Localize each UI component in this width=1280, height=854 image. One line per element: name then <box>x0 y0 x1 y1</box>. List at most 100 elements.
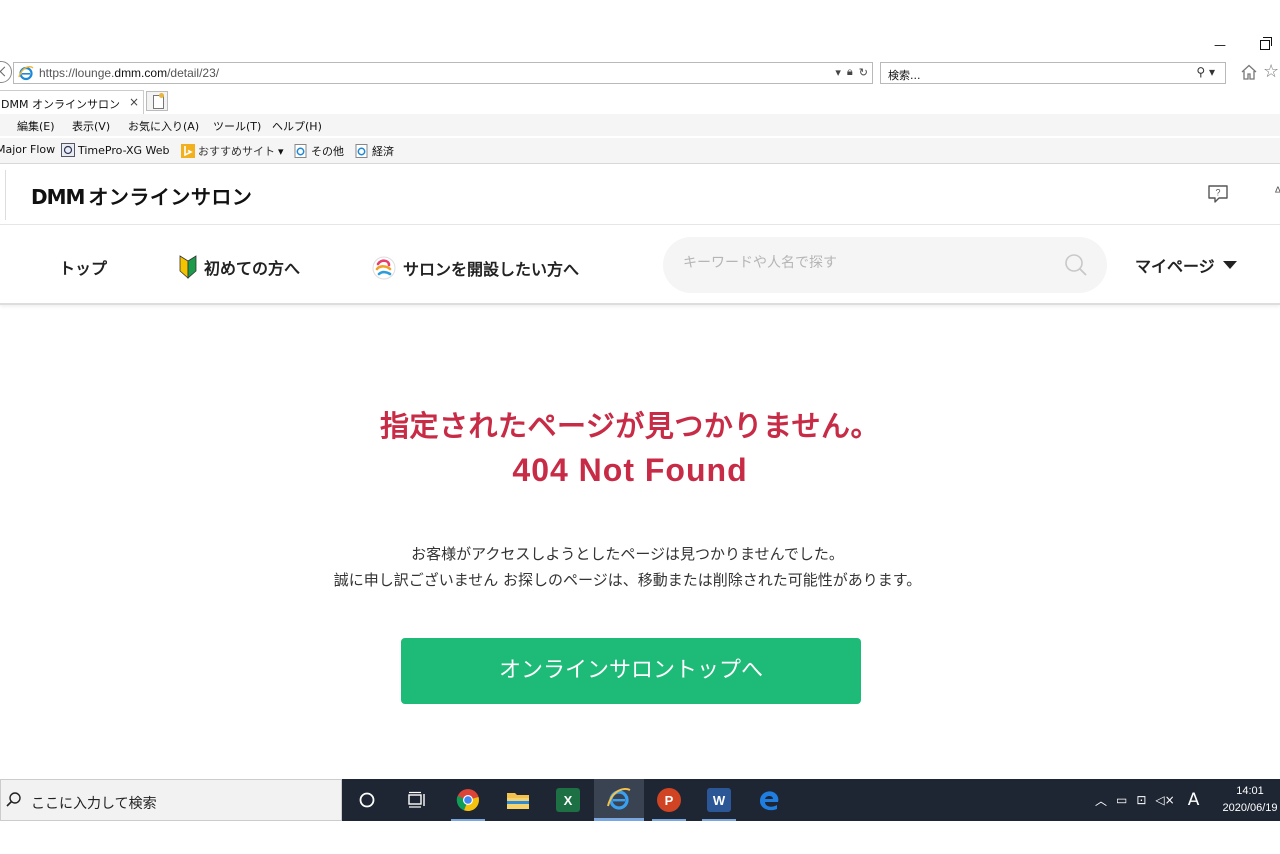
fav-label: TimePro-XG Web <box>78 143 170 157</box>
menu-bar: 編集(E) 表示(V) お気に入り(A) ツール(T) ヘルプ(H) <box>0 114 1280 136</box>
site-search-input[interactable] <box>683 255 1043 271</box>
taskbar: ここに入力して検索 X P W ︿ ▭ ⊡ ◁× A 14:01 2020/06… <box>0 779 1280 821</box>
ie-taskbar-button[interactable] <box>594 779 644 821</box>
word-icon: W <box>707 788 731 812</box>
browser-search-box[interactable]: 検索... ⚲ ▾ <box>880 62 1226 84</box>
ime-indicator[interactable]: A <box>1188 790 1200 810</box>
task-view-button[interactable] <box>392 779 442 821</box>
search-icon[interactable] <box>1063 252 1089 278</box>
fav-major-flow[interactable]: Major Flow <box>0 143 55 156</box>
fav-other[interactable]: その他 <box>294 143 344 159</box>
error-title: 指定されたページが見つかりません。 <box>379 409 881 443</box>
chevron-down-icon: ▾ <box>278 144 284 158</box>
nav-mypage-label: マイページ <box>1135 257 1215 276</box>
search-icon <box>6 792 21 807</box>
clock-date: 2020/06/19 <box>1222 802 1278 814</box>
divider <box>5 170 6 220</box>
fav-timepro[interactable]: TimePro-XG Web <box>61 143 170 157</box>
lock-icon[interactable]: 🔒︎ <box>847 65 853 79</box>
home-icon[interactable] <box>1240 63 1258 81</box>
address-bar[interactable]: https://lounge.dmm.com/detail/23/ ▾ 🔒︎ ↻ <box>13 62 873 84</box>
fav-economy[interactable]: 経済 <box>355 143 394 159</box>
word-taskbar-button[interactable]: W <box>694 779 744 821</box>
explorer-taskbar-button[interactable] <box>493 779 543 821</box>
taskbar-clock[interactable]: 14:01 2020/06/19 <box>1218 783 1280 817</box>
caret-down-icon <box>1222 261 1237 269</box>
salon-top-button[interactable]: オンラインサロントップへ <box>401 638 861 704</box>
address-bar-row: https://lounge.dmm.com/detail/23/ ▾ 🔒︎ ↻… <box>0 60 1280 88</box>
nav-beginner[interactable]: 初めての方へ <box>178 255 300 279</box>
chrome-taskbar-button[interactable] <box>443 779 493 821</box>
nav-mypage[interactable]: マイページ <box>1135 253 1237 277</box>
tab-active[interactable]: DMM オンラインサロン × <box>0 90 144 114</box>
menu-help[interactable]: ヘルプ(H) <box>272 118 322 134</box>
network-icon[interactable]: ⊡ <box>1136 793 1146 807</box>
site-logo[interactable]: DMM オンラインサロン <box>31 181 252 210</box>
site-header: DMM オンラインサロン ? ᐞ <box>0 165 1280 225</box>
excel-taskbar-button[interactable]: X <box>543 779 593 821</box>
menu-view[interactable]: 表示(V) <box>72 118 110 134</box>
site-nav: トップ 初めての方へ サロンを開設したい方へ キーワードや人名で探す マイページ <box>0 225 1280 305</box>
dropdown-icon[interactable]: ▾ <box>835 66 841 79</box>
refresh-icon[interactable]: ↻ <box>859 66 868 79</box>
restore-button[interactable] <box>1260 37 1272 50</box>
edge-taskbar-button[interactable] <box>744 779 794 821</box>
url-text: https://lounge.dmm.com/detail/23/ <box>39 66 220 80</box>
svg-text:?: ? <box>1215 188 1220 198</box>
beginner-mark-icon <box>179 255 197 279</box>
nav-open-salon[interactable]: サロンを開設したい方へ <box>371 255 579 281</box>
tab-row: DMM オンラインサロン × <box>0 88 1280 114</box>
error-code: 404 Not Found <box>512 452 748 488</box>
system-tray: ︿ ▭ ⊡ ◁× A <box>1095 779 1199 821</box>
fav-label: 経済 <box>372 145 394 158</box>
bing-icon <box>181 144 195 158</box>
new-tab-button[interactable] <box>146 91 168 111</box>
web-page: DMM オンラインサロン ? ᐞ トップ 初めての方へ サロンを開設したい方へ … <box>0 165 1280 779</box>
taskbar-search[interactable]: ここに入力して検索 <box>0 779 342 821</box>
folder-icon <box>507 793 529 809</box>
powerpoint-icon: P <box>657 788 681 812</box>
edge-icon <box>760 791 779 811</box>
ie-page-icon <box>18 66 34 81</box>
excel-icon: X <box>556 788 580 812</box>
clock-time: 14:01 <box>1236 785 1264 797</box>
menu-edit[interactable]: 編集(E) <box>17 118 55 134</box>
nav-top[interactable]: トップ <box>59 255 107 279</box>
cortana-button[interactable] <box>342 779 392 821</box>
task-view-icon <box>408 791 425 808</box>
volume-muted-icon[interactable]: ◁× <box>1155 793 1174 807</box>
taskbar-search-text: ここに入力して検索 <box>31 796 157 812</box>
fav-label: Major Flow <box>0 143 56 156</box>
tab-title: DMM オンラインサロン <box>1 98 120 111</box>
favorites-bar: Major Flow TimePro-XG Web おすすめサイト ▾ その他 … <box>0 138 1280 164</box>
nav-beginner-label: 初めての方へ <box>204 259 301 278</box>
fav-label: その他 <box>311 145 344 158</box>
back-button[interactable] <box>0 61 12 83</box>
ie-page-icon <box>355 144 368 158</box>
salon-logo-icon <box>372 256 396 280</box>
screen: — https://lounge.dmm.com/detail/23/ ▾ 🔒︎… <box>0 0 1280 854</box>
battery-icon[interactable]: ▭ <box>1116 793 1127 807</box>
nav-open-salon-label: サロンを開設したい方へ <box>403 260 580 279</box>
menu-tools[interactable]: ツール(T) <box>213 118 261 134</box>
tray-chevron-up-icon[interactable]: ︿ <box>1095 792 1107 809</box>
address-tools: ▾ 🔒︎ ↻ <box>835 65 868 79</box>
fav-label: おすすめサイト <box>198 145 275 158</box>
user-icon[interactable]: ᐞ <box>1274 185 1280 201</box>
fav-recommended[interactable]: おすすめサイト ▾ <box>181 143 284 159</box>
tab-close-icon[interactable]: × <box>129 95 139 109</box>
powerpoint-taskbar-button[interactable]: P <box>644 779 694 821</box>
site-search <box>663 237 1107 293</box>
favorites-star-icon[interactable]: ☆ <box>1263 61 1279 82</box>
nav-top-label: トップ <box>59 259 108 278</box>
chrome-icon <box>456 789 479 812</box>
minimize-button[interactable]: — <box>1214 38 1226 52</box>
menu-favorites[interactable]: お気に入り(A) <box>128 118 199 134</box>
logo-dmm: DMM <box>31 185 85 209</box>
help-icon[interactable]: ? <box>1207 184 1229 204</box>
logo-text: オンラインサロン <box>88 185 253 209</box>
search-icon[interactable]: ⚲ ▾ <box>1196 65 1215 79</box>
internet-explorer-icon <box>607 787 631 810</box>
error-message-line2: 誠に申し訳ございません お探しのページは、移動または削除された可能性があります。 <box>333 571 922 589</box>
error-message-line1: お客様がアクセスしようとしたページは見つかりませんでした。 <box>411 545 844 563</box>
